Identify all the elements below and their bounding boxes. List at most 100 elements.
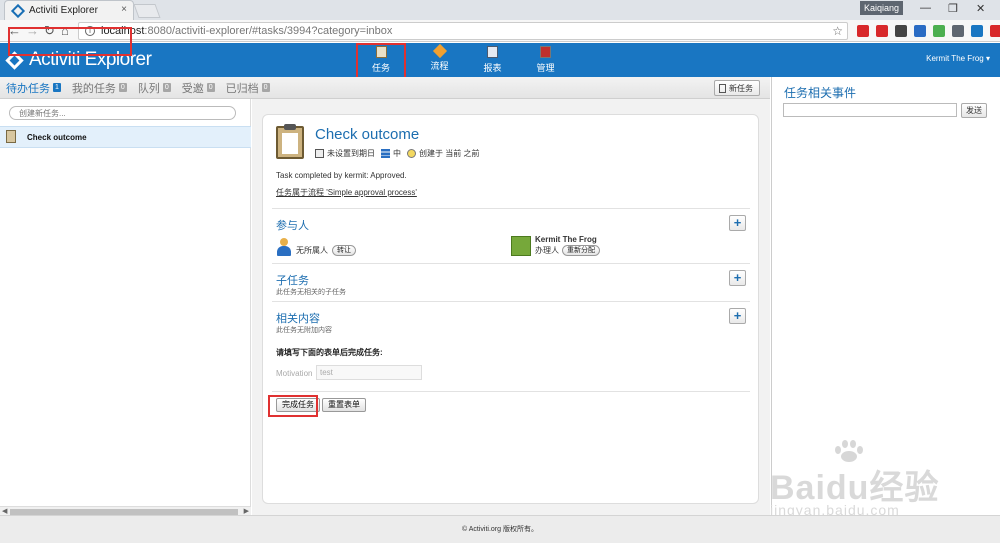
assignee-role-row: 办理人 重新分配: [535, 245, 600, 256]
user-avatar-icon: [276, 237, 292, 256]
motivation-field[interactable]: test: [316, 365, 422, 380]
add-participant-button[interactable]: +: [729, 215, 746, 231]
reset-form-button[interactable]: 重置表单: [322, 398, 366, 412]
nav-tasks-label: 任务: [371, 63, 390, 73]
task-description[interactable]: Task completed by kermit: Approved.: [276, 171, 407, 180]
app-logo[interactable]: Activiti Explorer: [5, 49, 152, 71]
send-button[interactable]: 发送: [961, 103, 987, 118]
forward-icon[interactable]: →: [26, 23, 39, 39]
subnav-mytasks-count: 0: [118, 83, 127, 92]
subnav-mytasks[interactable]: 我的任务 0: [72, 80, 127, 96]
owner-entry: 无所属人 转让: [276, 237, 356, 256]
divider: [272, 263, 750, 264]
task-list-item[interactable]: Check outcome: [0, 126, 251, 148]
subnav-queued[interactable]: 队列 0: [138, 80, 171, 96]
manage-icon: [540, 46, 551, 58]
task-title[interactable]: Check outcome: [315, 126, 419, 143]
process-icon: [432, 43, 447, 59]
new-tab-button[interactable]: [133, 4, 161, 18]
bookmark-icon[interactable]: [914, 25, 926, 37]
nav-reports-label: 报表: [483, 63, 502, 73]
logo-text: Activiti Explorer: [29, 49, 152, 70]
divider: [272, 208, 750, 209]
scroll-left-icon[interactable]: ◀: [2, 507, 7, 515]
subnav-mytasks-label: 我的任务: [71, 82, 116, 95]
page-footer: © Activiti.org 版权所有。: [0, 515, 1000, 543]
home-icon[interactable]: ⌂: [61, 23, 69, 39]
nav-process-label: 流程: [430, 61, 449, 71]
subnav-queued-count: 0: [162, 83, 171, 92]
adblock-icon[interactable]: [990, 25, 1000, 37]
comment-input[interactable]: [783, 103, 957, 117]
task-list-item-title: Check outcome: [27, 133, 87, 142]
subnav-archived-count: 0: [261, 83, 270, 92]
transfer-button[interactable]: 转让: [332, 245, 356, 256]
nav-manage[interactable]: 管理: [519, 43, 572, 77]
subnav-inbox[interactable]: 待办任务 1: [6, 80, 61, 96]
profile-chip[interactable]: Kaiqiang: [860, 1, 904, 15]
subnav-involved-count: 0: [206, 83, 215, 92]
assignee-name: Kermit The Frog: [535, 235, 597, 244]
task-detail-area: Check outcome 未设置到期日 中 创建于 当前 之前 Task co…: [252, 99, 770, 515]
reassign-button[interactable]: 重新分配: [562, 245, 600, 256]
complete-task-button[interactable]: 完成任务: [276, 398, 320, 412]
task-clipboard-icon: [6, 130, 16, 143]
main-nav: 任务 流程 报表 管理: [356, 43, 572, 80]
nav-tasks[interactable]: 任务: [356, 43, 406, 80]
opera-icon[interactable]: [876, 25, 888, 37]
subnav-inbox-count: 1: [53, 83, 61, 92]
new-task-label: 新任务: [729, 83, 753, 93]
task-detail-card: Check outcome 未设置到期日 中 创建于 当前 之前 Task co…: [262, 114, 759, 504]
due-date[interactable]: 未设置到期日: [327, 148, 375, 159]
form-instruction: 请填写下面的表单后完成任务:: [276, 348, 383, 357]
save-icon[interactable]: [971, 25, 983, 37]
add-related-button[interactable]: +: [729, 308, 746, 324]
scroll-right-icon[interactable]: ▶: [244, 507, 249, 515]
user-menu[interactable]: Kermit The Frog ▾: [926, 54, 990, 63]
priority[interactable]: 中: [393, 148, 401, 159]
close-tab-icon[interactable]: ×: [121, 4, 127, 15]
abp-icon[interactable]: [857, 25, 869, 37]
browser-tab[interactable]: Activiti Explorer ×: [4, 0, 134, 20]
back-icon[interactable]: ←: [8, 23, 21, 39]
evernote-icon[interactable]: [895, 25, 907, 37]
clock-icon: [407, 149, 416, 158]
process-link[interactable]: 任务属于流程 'Simple approval process': [276, 187, 417, 198]
divider: [272, 391, 750, 392]
assignee-avatar: [511, 235, 531, 256]
events-panel: 任务相关事件 发送: [771, 77, 1000, 515]
activiti-favicon-icon: [10, 3, 26, 18]
browser-tabbar: Activiti Explorer × Kaiqiang — ❐ ✕: [0, 0, 1000, 20]
assignee-role: 办理人: [535, 246, 559, 255]
add-subtask-button[interactable]: +: [729, 270, 746, 286]
bookmark-star-icon[interactable]: ☆: [832, 24, 843, 38]
task-subnav: 待办任务 1 我的任务 0 队列 0 受邀 0 已归档 0 新任务: [0, 77, 770, 99]
motivation-label: Motivation: [276, 369, 313, 378]
created-time: 创建于 当前 之前: [419, 149, 480, 158]
minimize-icon[interactable]: —: [920, 2, 931, 14]
tasks-icon: [375, 46, 387, 58]
restore-icon[interactable]: ❐: [948, 2, 958, 15]
window-close-icon[interactable]: ✕: [976, 2, 985, 15]
new-task-icon: [719, 83, 726, 93]
url-text: localhost:8080/activiti-explorer/#tasks/…: [101, 25, 393, 37]
subnav-archived[interactable]: 已归档 0: [226, 80, 270, 96]
readability-icon[interactable]: [952, 25, 964, 37]
address-bar[interactable]: i localhost:8080/activiti-explorer/#task…: [78, 22, 848, 40]
divider: [272, 301, 750, 302]
browser-toolbar: ← → ↻ ⌂ i localhost:8080/activiti-explor…: [0, 20, 1000, 42]
create-task-input[interactable]: [9, 106, 236, 120]
priority-icon: [381, 149, 390, 158]
nav-reports[interactable]: 报表: [466, 43, 519, 77]
nav-process[interactable]: 流程: [413, 43, 466, 77]
activiti-logo-icon: [5, 50, 24, 70]
task-clipboard-large-icon: [276, 124, 304, 159]
reload-icon[interactable]: ↻: [44, 23, 55, 39]
subnav-involved[interactable]: 受邀 0: [182, 80, 215, 96]
new-task-button[interactable]: 新任务: [714, 80, 760, 96]
related-empty: 此任务无附加内容: [276, 327, 332, 334]
site-info-icon[interactable]: i: [85, 26, 95, 36]
owner-label: 无所属人: [296, 246, 328, 255]
translate-icon[interactable]: [933, 25, 945, 37]
task-meta: 未设置到期日 中 创建于 当前 之前: [315, 148, 479, 159]
